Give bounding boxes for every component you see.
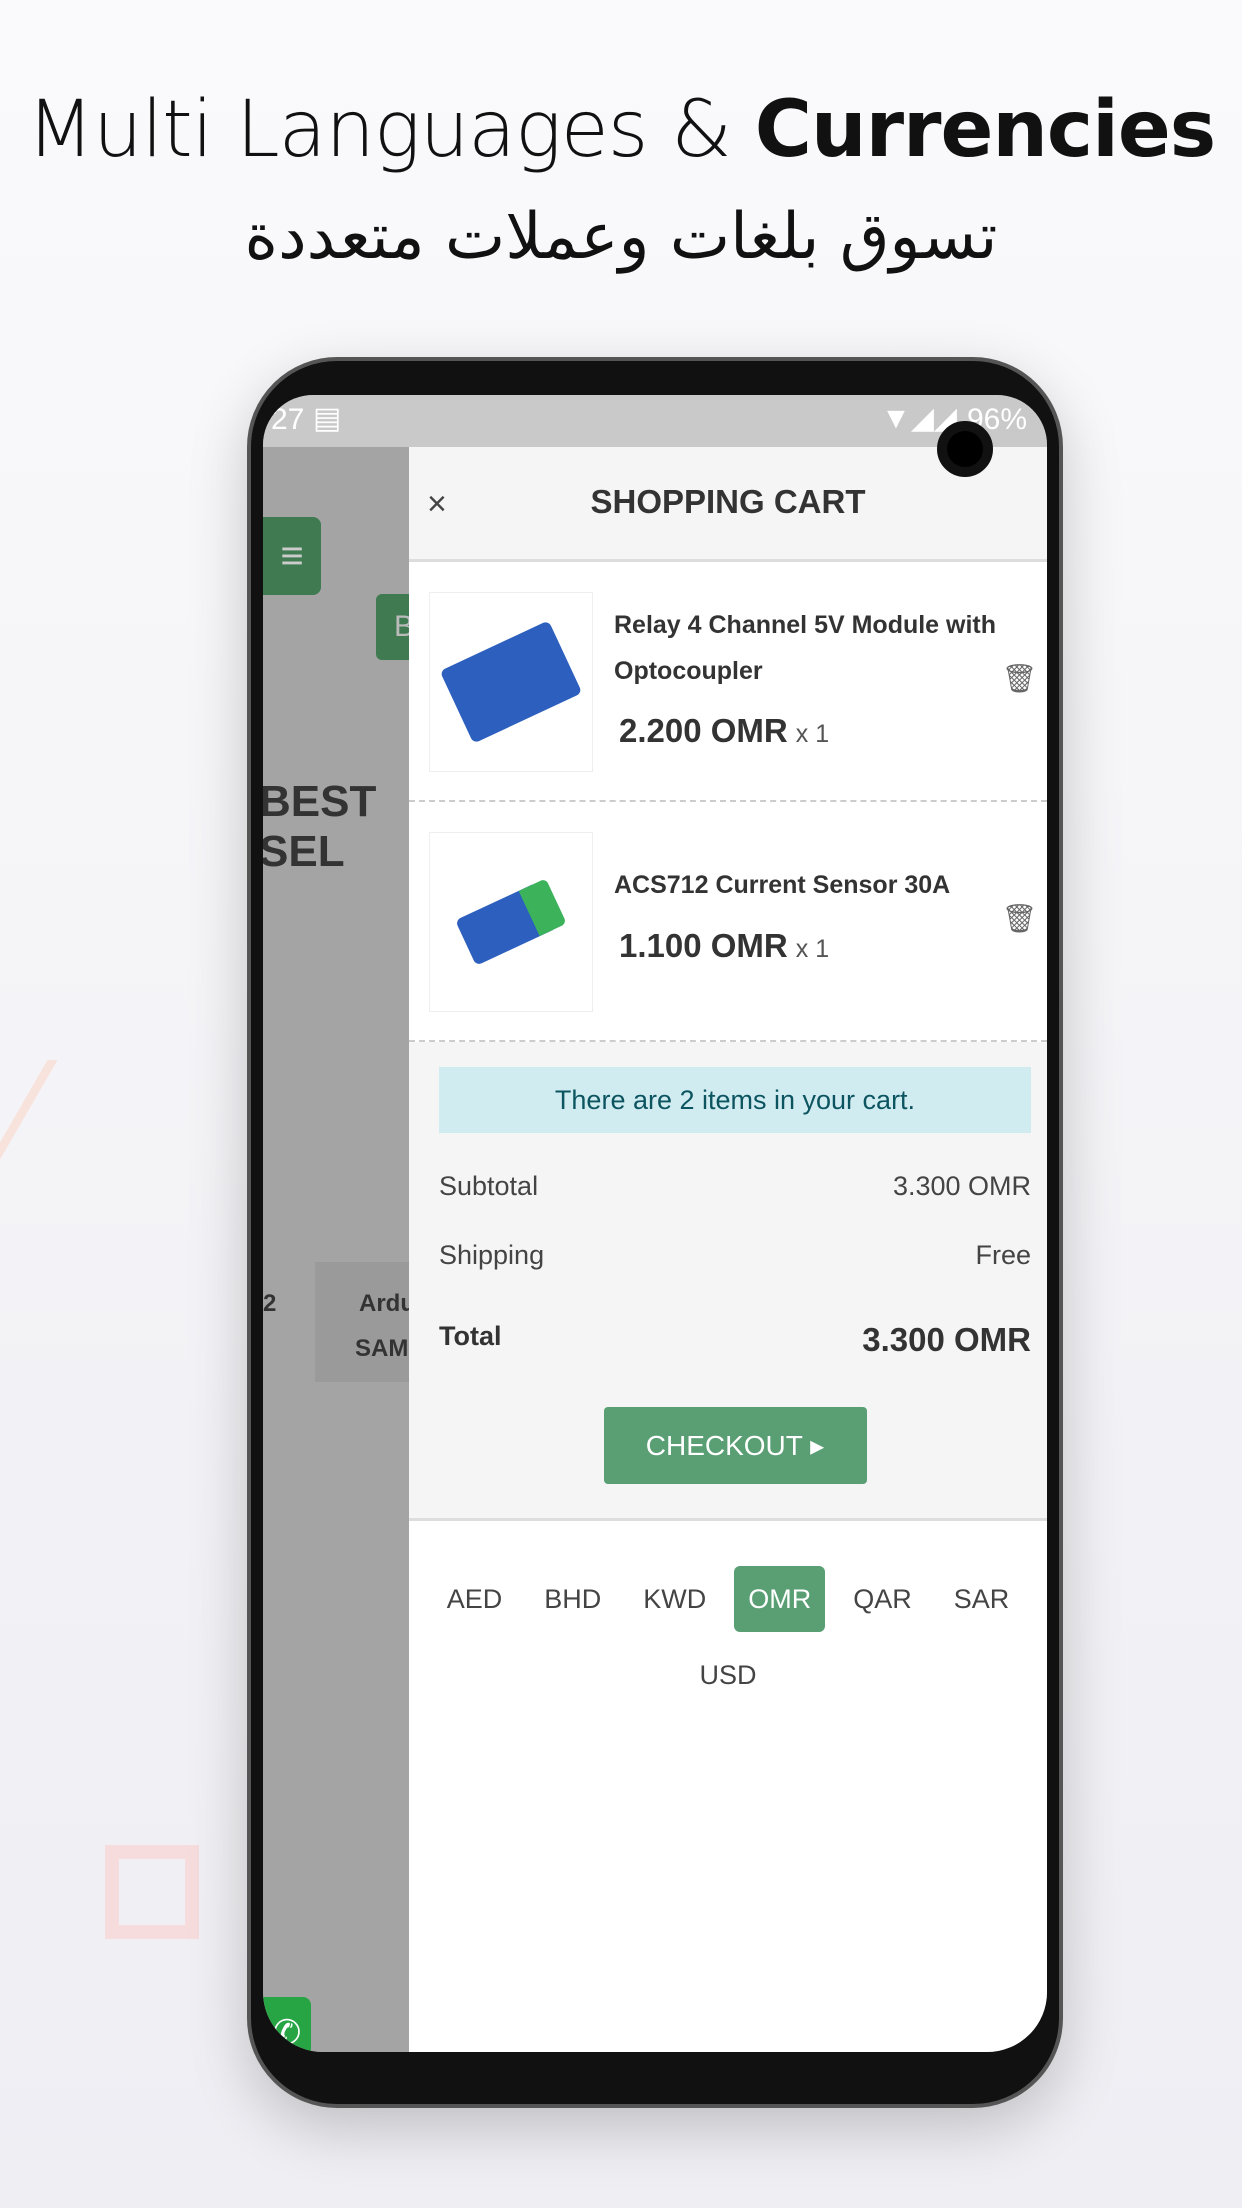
status-time: 27 bbox=[271, 403, 305, 436]
cart-summary: There are 2 items in your cart. Subtotal… bbox=[409, 1042, 1047, 1521]
product-name-partial-2[interactable]: SAM bbox=[355, 1335, 408, 1363]
background-button[interactable]: B bbox=[376, 594, 409, 660]
cart-item: Relay 4 Channel 5V Module with Optocoupl… bbox=[409, 562, 1047, 802]
phone-screen: 27 ▤ ▼◢◢ 96% ≡ B BEST SEL 2 Ardu SAM ✆ ×… bbox=[263, 395, 1047, 2052]
price-value: 2.200 OMR bbox=[619, 712, 788, 749]
trash-icon[interactable]: 🗑 bbox=[1001, 902, 1037, 935]
item-price: 2.200 OMR x 1 bbox=[619, 712, 829, 750]
currency-kwd[interactable]: KWD bbox=[629, 1566, 720, 1632]
shipping-value: Free bbox=[975, 1240, 1031, 1270]
item-name[interactable]: ACS712 Current Sensor 30A bbox=[614, 862, 1014, 908]
product-image[interactable] bbox=[429, 592, 593, 772]
cart-item: ACS712 Current Sensor 30A 1.100 OMR x 1 🗑 bbox=[409, 802, 1047, 1042]
headline-bold: Currencies bbox=[754, 85, 1216, 175]
currency-aed[interactable]: AED bbox=[433, 1566, 517, 1632]
currency-omr[interactable]: OMR bbox=[734, 1566, 826, 1632]
currency-qar[interactable]: QAR bbox=[839, 1566, 926, 1632]
item-qty: x 1 bbox=[795, 720, 830, 748]
headline: Multi Languages & Currencies bbox=[0, 85, 1242, 175]
item-name[interactable]: Relay 4 Channel 5V Module with Optocoupl… bbox=[614, 602, 1014, 694]
checkout-button[interactable]: CHECKOUT ▸ bbox=[603, 1407, 867, 1484]
price-value: 1.100 OMR bbox=[619, 927, 788, 964]
currency-usd[interactable]: USD bbox=[685, 1642, 770, 1708]
calendar-icon: ▤ bbox=[313, 402, 342, 435]
shipping-row: Shipping Free bbox=[439, 1240, 1031, 1271]
item-price: 1.100 OMR x 1 bbox=[619, 927, 829, 965]
background-page: ≡ B BEST SEL 2 Ardu SAM ✆ bbox=[263, 447, 409, 2052]
total-label: Total bbox=[439, 1321, 502, 1351]
arabic-subtitle: تسوق بلغات وعملات متعددة bbox=[244, 200, 998, 274]
section-title: BEST SEL bbox=[263, 777, 377, 876]
whatsapp-icon[interactable]: ✆ bbox=[263, 1997, 311, 2052]
subtotal-row: Subtotal 3.300 OMR bbox=[439, 1171, 1031, 1202]
shipping-label: Shipping bbox=[439, 1240, 545, 1270]
decor-chevron bbox=[0, 1060, 58, 1190]
item-qty: x 1 bbox=[795, 935, 830, 963]
currency-bhd[interactable]: BHD bbox=[530, 1566, 615, 1632]
product-image[interactable] bbox=[429, 832, 593, 1012]
trash-icon[interactable]: 🗑 bbox=[1001, 662, 1037, 695]
total-row: Total 3.300 OMR bbox=[439, 1321, 1031, 1359]
currency-sar[interactable]: SAR bbox=[940, 1566, 1024, 1632]
subtotal-label: Subtotal bbox=[439, 1171, 539, 1201]
camera-icon bbox=[937, 421, 993, 477]
subtotal-value: 3.300 OMR bbox=[892, 1171, 1031, 1201]
cart-drawer: × SHOPPING CART Relay 4 Channel 5V Modul… bbox=[409, 447, 1047, 2052]
menu-icon[interactable]: ≡ bbox=[263, 517, 321, 595]
headline-text: Multi Languages & bbox=[26, 85, 755, 175]
product-card-image[interactable] bbox=[315, 1262, 409, 1382]
total-value: 3.300 OMR bbox=[862, 1321, 1031, 1358]
decor-square bbox=[105, 1845, 199, 1939]
cart-title: SHOPPING CART bbox=[590, 483, 866, 520]
product-name-partial-1[interactable]: Ardu bbox=[359, 1290, 409, 1318]
status-bar: 27 ▤ ▼◢◢ 96% bbox=[263, 395, 1047, 447]
cart-count-alert: There are 2 items in your cart. bbox=[439, 1067, 1031, 1133]
product-index-partial: 2 bbox=[263, 1290, 277, 1317]
currency-selector: AED BHD KWD OMR QAR SAR USD bbox=[409, 1521, 1047, 1708]
